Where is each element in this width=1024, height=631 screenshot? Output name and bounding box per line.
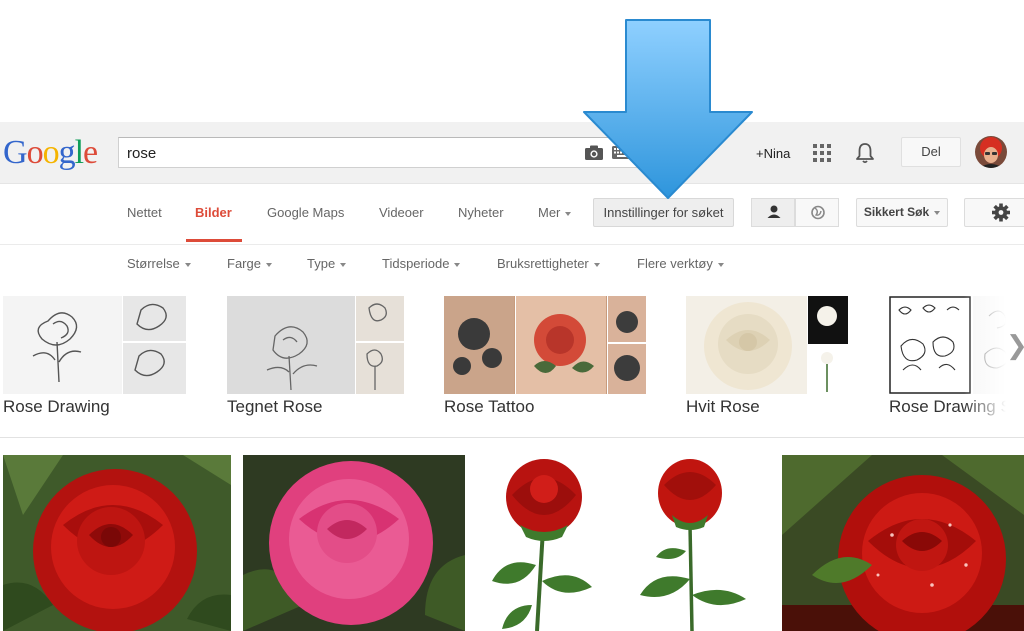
- notifications-bell-icon[interactable]: [855, 142, 875, 164]
- logo-letter: l: [74, 134, 85, 171]
- related-search-label[interactable]: Rose Tattoo: [444, 397, 534, 417]
- active-tab-indicator: [186, 239, 242, 242]
- user-profile-link[interactable]: +Nina: [756, 146, 790, 161]
- logo-letter: o: [42, 134, 60, 171]
- settings-button[interactable]: [964, 198, 1024, 227]
- related-search-label[interactable]: Hvit Rose: [686, 397, 760, 417]
- related-search-label[interactable]: Rose Drawing: [3, 397, 110, 417]
- search-tools-button[interactable]: Innstillinger for søket: [593, 198, 734, 227]
- logo-letter: g: [58, 134, 76, 171]
- share-button[interactable]: Del: [901, 137, 961, 167]
- tab-web[interactable]: Nettet: [127, 205, 162, 220]
- tab-more[interactable]: Mer: [538, 205, 572, 220]
- image-result[interactable]: [243, 455, 465, 631]
- chevron-down-icon: [265, 262, 272, 267]
- image-result[interactable]: [782, 455, 1024, 631]
- tab-images[interactable]: Bilder: [195, 205, 232, 220]
- image-result[interactable]: [3, 455, 231, 631]
- chevron-down-icon: [717, 262, 724, 267]
- chevron-down-icon: [593, 262, 600, 267]
- related-search-thumb[interactable]: [3, 296, 186, 394]
- filter-size[interactable]: Størrelse: [127, 256, 191, 271]
- filter-color[interactable]: Farge: [227, 256, 272, 271]
- tab-videos[interactable]: Videoer: [379, 205, 424, 220]
- related-search-thumb[interactable]: [686, 296, 848, 394]
- apps-grid-icon[interactable]: [813, 144, 831, 162]
- search-input[interactable]: [127, 144, 577, 162]
- chevron-down-icon: [454, 262, 461, 267]
- filter-label: Bruksrettigheter: [497, 256, 589, 271]
- related-search-thumb[interactable]: [227, 296, 404, 394]
- safe-search-label: Sikkert Søk: [863, 205, 930, 219]
- filter-label: Farge: [227, 256, 261, 271]
- tab-news[interactable]: Nyheter: [458, 205, 504, 220]
- avatar[interactable]: [975, 136, 1007, 168]
- filter-label: Type: [307, 256, 336, 271]
- globe-toggle[interactable]: [795, 198, 839, 227]
- person-toggle[interactable]: [751, 198, 795, 227]
- globe-icon: [811, 205, 825, 220]
- gear-icon: [992, 203, 1010, 222]
- filter-type[interactable]: Type: [307, 256, 347, 271]
- image-result[interactable]: [624, 455, 770, 631]
- related-search-thumb[interactable]: [444, 296, 646, 394]
- section-divider: [0, 437, 1024, 438]
- safe-search-button[interactable]: Sikkert Søk: [856, 198, 948, 227]
- chevron-down-icon: [340, 262, 347, 267]
- person-icon: [767, 205, 781, 218]
- image-result[interactable]: [476, 455, 611, 631]
- chevron-right-icon[interactable]: ❯: [1006, 330, 1024, 361]
- google-logo[interactable]: Google: [3, 134, 98, 172]
- filter-label: Tidsperiode: [382, 256, 450, 271]
- filter-time[interactable]: Tidsperiode: [382, 256, 461, 271]
- logo-letter: G: [3, 134, 28, 171]
- filter-usage-rights[interactable]: Bruksrettigheter: [497, 256, 600, 271]
- arrow-down-icon: [583, 19, 753, 199]
- chevron-down-icon: [934, 210, 941, 215]
- filter-more-tools[interactable]: Flere verktøy: [637, 256, 724, 271]
- tab-more-label: Mer: [538, 205, 561, 220]
- tab-maps[interactable]: Google Maps: [267, 205, 344, 220]
- filter-label: Størrelse: [127, 256, 180, 271]
- chevron-down-icon: [565, 211, 572, 216]
- logo-letter: o: [26, 134, 44, 171]
- related-search-label[interactable]: Tegnet Rose: [227, 397, 322, 417]
- logo-letter: e: [83, 134, 98, 171]
- chevron-down-icon: [184, 262, 191, 267]
- toolbar-divider: [0, 244, 1024, 245]
- search-box: [118, 137, 644, 168]
- filter-label: Flere verktøy: [637, 256, 713, 271]
